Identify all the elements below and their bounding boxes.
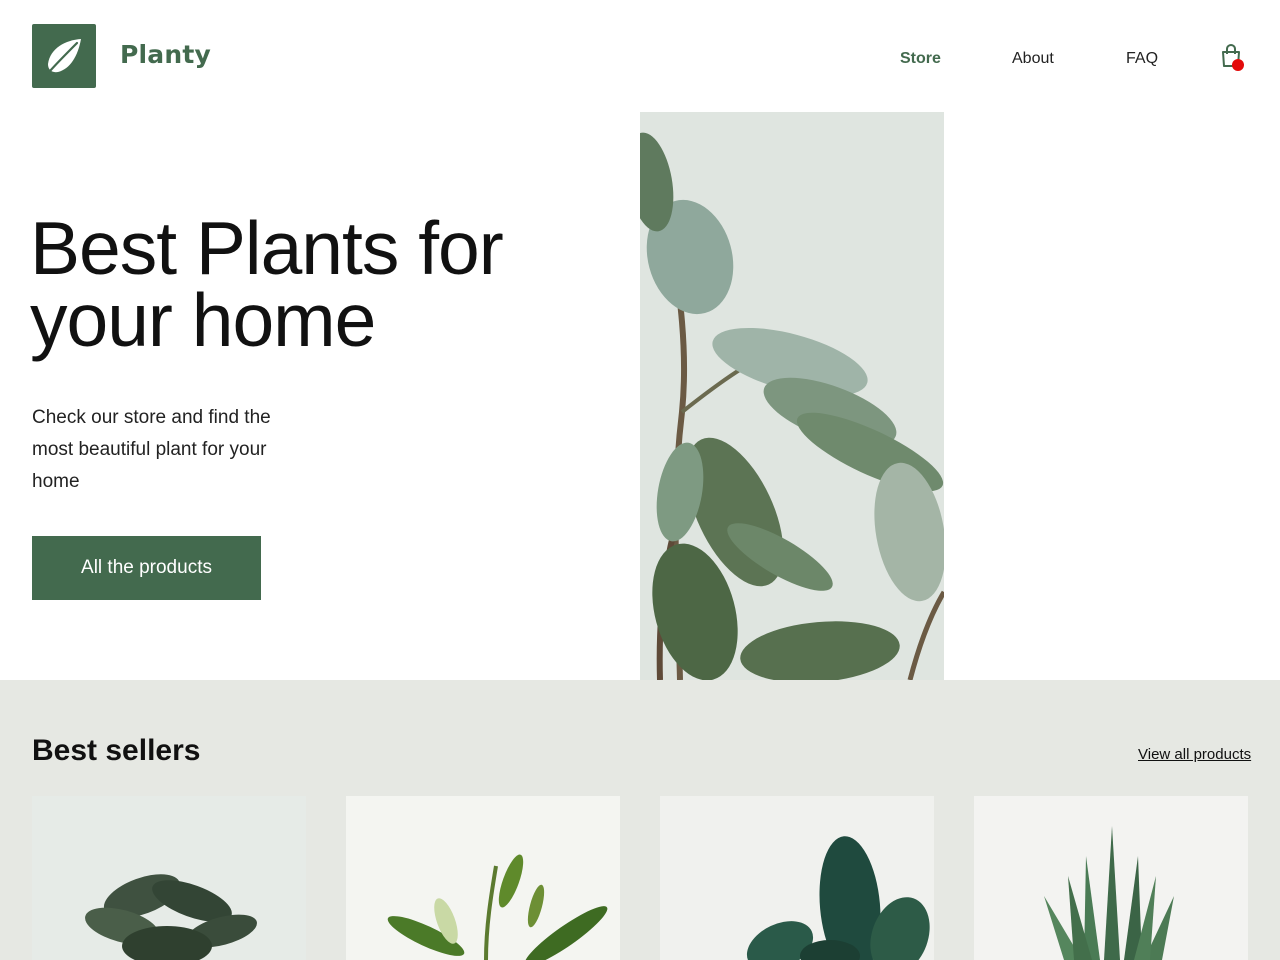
best-sellers-title: Best sellers: [32, 734, 201, 767]
philodendron-plant-image: [660, 796, 934, 960]
product-card[interactable]: [346, 796, 620, 960]
nav-faq[interactable]: FAQ: [1126, 50, 1158, 68]
nav-about[interactable]: About: [1012, 50, 1054, 68]
leaf-icon: [48, 39, 81, 73]
lily-plant-image: [346, 796, 620, 960]
cart-badge: [1232, 59, 1244, 71]
hero-subtitle: Check our store and find the most beauti…: [32, 407, 271, 492]
calathea-plant-image: [32, 796, 306, 960]
view-all-products-link[interactable]: View all products: [1138, 746, 1251, 763]
product-card[interactable]: [974, 796, 1248, 960]
all-products-button[interactable]: All the products: [32, 536, 261, 600]
page: Planty Store About FAQ Best Plants for y…: [0, 0, 1280, 960]
hero-title: Best Plants for your home: [30, 211, 550, 358]
product-card[interactable]: [32, 796, 306, 960]
product-card[interactable]: [660, 796, 934, 960]
nav-store[interactable]: Store: [900, 50, 941, 68]
hero-plant-image: [640, 112, 944, 680]
aloe-plant-image: [974, 796, 1248, 960]
hero-title-line2: your home: [30, 278, 376, 362]
brand-name[interactable]: Planty: [120, 40, 211, 69]
logo-link[interactable]: [32, 24, 96, 88]
cart-button[interactable]: [1220, 43, 1246, 72]
